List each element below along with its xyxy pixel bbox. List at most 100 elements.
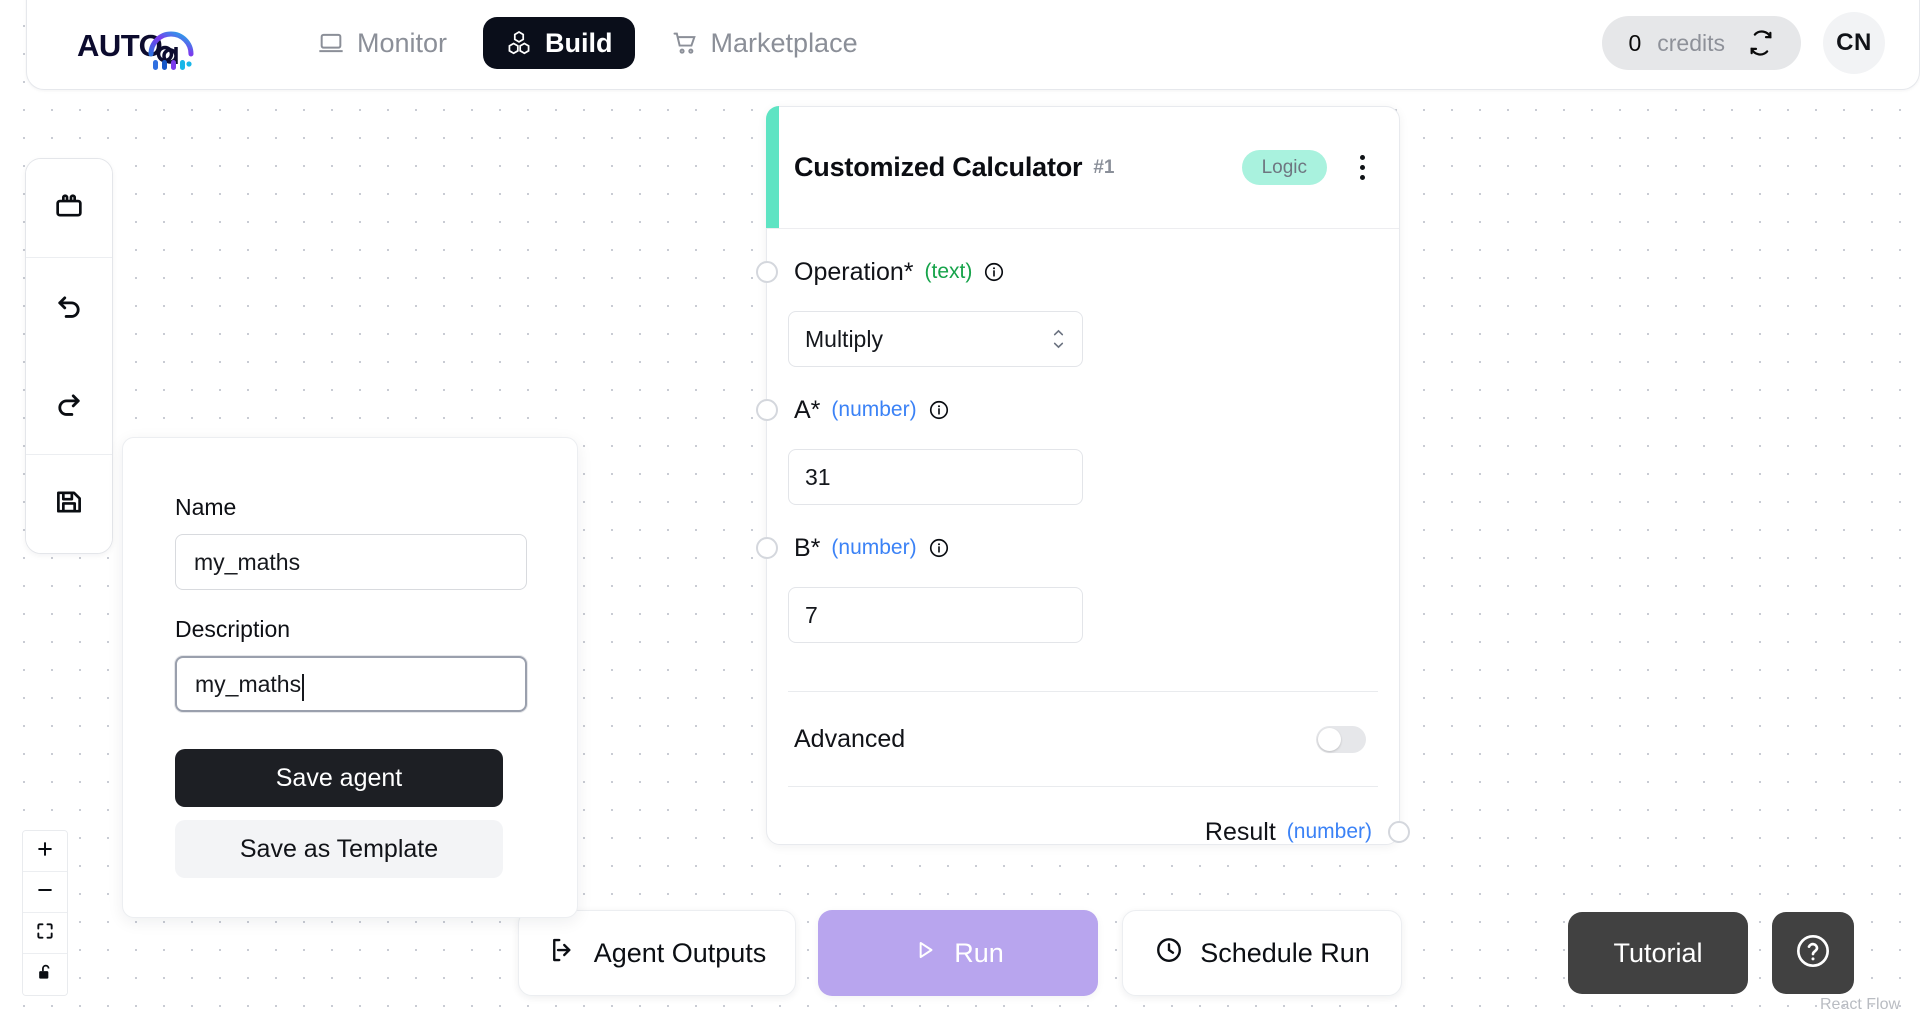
info-icon-operation[interactable]	[983, 261, 1005, 283]
blocks-cubes-icon	[505, 29, 533, 57]
handle-output-result[interactable]	[1388, 821, 1410, 843]
node-number: #1	[1093, 156, 1115, 178]
node-customized-calculator[interactable]: Customized Calculator #1 Logic Operation…	[756, 106, 1410, 846]
navbar-right: 0 credits CN	[1602, 12, 1895, 74]
nav-tabs: Monitor Build Marketplace	[295, 17, 880, 69]
clock-icon	[1154, 935, 1184, 972]
name-label: Name	[175, 494, 237, 520]
shopping-cart-icon	[671, 29, 699, 57]
save-as-template-label: Save as Template	[239, 834, 439, 863]
react-flow-attribution: React Flow	[1820, 996, 1901, 1013]
a-value: 31	[805, 463, 831, 490]
agent-outputs-button[interactable]: Agent Outputs	[518, 910, 796, 996]
output-arrow-icon	[548, 935, 578, 972]
output-type-result: (number)	[1286, 820, 1372, 843]
agent-name-value: my_maths	[194, 548, 301, 575]
input-label-operation: Operation*	[794, 257, 914, 286]
autogpt-logo-icon: AUTO	[77, 28, 194, 70]
output-label-result: Result	[1204, 817, 1276, 846]
zoom-out-button[interactable]	[23, 872, 67, 913]
save-button[interactable]	[26, 455, 112, 553]
credits-pill[interactable]: 0 credits	[1602, 16, 1801, 70]
svg-text:AUTO: AUTO	[77, 28, 162, 63]
avatar[interactable]: CN	[1823, 12, 1885, 74]
blocks-icon	[52, 189, 86, 228]
minus-icon	[35, 880, 55, 905]
undo-arrow-icon	[52, 288, 86, 327]
nav-tab-build-label: Build	[545, 27, 613, 58]
nav-tab-build[interactable]: Build	[483, 17, 635, 69]
redo-button[interactable]	[26, 356, 112, 454]
agent-description-value: my_maths	[195, 670, 302, 697]
zoom-in-button[interactable]	[23, 831, 67, 872]
left-toolbar	[25, 158, 113, 554]
run-label: Run	[954, 937, 1004, 968]
b-value: 7	[805, 601, 818, 628]
text-cursor	[302, 673, 305, 701]
question-circle-icon	[1793, 931, 1833, 976]
operation-select[interactable]: Multiply	[788, 311, 1083, 367]
credits-amount: 0	[1628, 29, 1642, 56]
a-control-wrap: 31	[767, 431, 1399, 505]
credits-label: credits	[1657, 29, 1725, 56]
save-agent-panel: Name my_maths Description my_maths Save …	[122, 437, 578, 918]
undo-button[interactable]	[26, 258, 112, 356]
chevron-updown-icon	[1052, 329, 1065, 349]
schedule-run-label: Schedule Run	[1200, 937, 1370, 968]
kebab-menu-icon[interactable]	[1347, 148, 1377, 188]
input-row-operation: Operation* (text)	[756, 251, 1399, 293]
agent-description-input[interactable]: my_maths	[175, 656, 527, 712]
handle-input-a[interactable]	[756, 399, 778, 421]
schedule-run-button[interactable]: Schedule Run	[1122, 910, 1402, 996]
top-navbar: AUTO Monitor Build Marketplace 0 credits…	[26, 0, 1920, 90]
info-icon-a[interactable]	[928, 399, 950, 421]
agent-outputs-label: Agent Outputs	[593, 937, 767, 968]
nav-tab-marketplace-label: Marketplace	[710, 27, 858, 58]
node-body: Operation* (text) Multiply A* (number) 3…	[756, 229, 1410, 877]
node-accent-bar	[766, 106, 779, 228]
save-as-template-button[interactable]: Save as Template	[175, 820, 503, 878]
redo-arrow-icon	[52, 386, 86, 425]
save-agent-label: Save agent	[275, 763, 403, 792]
handle-input-b[interactable]	[756, 537, 778, 559]
tutorial-label: Tutorial	[1613, 937, 1703, 968]
b-number-input[interactable]: 7	[788, 587, 1083, 643]
run-button[interactable]: Run	[818, 910, 1098, 996]
node-header: Customized Calculator #1 Logic	[767, 107, 1399, 229]
info-icon-b[interactable]	[928, 537, 950, 559]
nav-tab-monitor[interactable]: Monitor	[295, 17, 469, 69]
blocks-button[interactable]	[26, 159, 112, 257]
description-label: Description	[175, 616, 291, 642]
monitor-laptop-icon	[317, 29, 345, 57]
play-triangle-icon	[912, 937, 938, 970]
input-row-b: B* (number)	[756, 527, 1399, 569]
output-row-result: Result (number)	[767, 787, 1410, 877]
input-row-a: A* (number)	[756, 389, 1399, 431]
save-agent-button[interactable]: Save agent	[175, 749, 503, 807]
agent-name-input[interactable]: my_maths	[175, 534, 527, 590]
nav-tab-monitor-label: Monitor	[357, 27, 448, 58]
node-title: Customized Calculator	[794, 152, 1083, 182]
input-label-a: A*	[794, 395, 821, 424]
help-button[interactable]	[1772, 912, 1854, 994]
advanced-row: Advanced	[767, 692, 1399, 786]
operation-control-wrap: Multiply	[767, 293, 1399, 367]
b-control-wrap: 7	[767, 569, 1399, 643]
operation-select-value: Multiply	[805, 325, 883, 352]
avatar-initials: CN	[1836, 29, 1872, 56]
refresh-icon[interactable]	[1747, 29, 1775, 57]
tutorial-button[interactable]: Tutorial	[1568, 912, 1748, 994]
advanced-toggle[interactable]	[1316, 725, 1366, 753]
handle-input-operation[interactable]	[756, 261, 778, 283]
a-number-input[interactable]: 31	[788, 449, 1083, 505]
input-type-b: (number)	[831, 536, 917, 559]
input-label-b: B*	[794, 533, 821, 562]
nav-tab-marketplace[interactable]: Marketplace	[649, 17, 880, 69]
input-type-operation: (text)	[924, 260, 973, 283]
input-type-a: (number)	[831, 398, 917, 421]
advanced-label: Advanced	[794, 724, 906, 753]
floppy-disk-icon	[52, 485, 86, 524]
autogpt-logo[interactable]: AUTO	[77, 14, 225, 72]
node-category-badge: Logic	[1241, 150, 1327, 185]
plus-icon	[35, 839, 55, 864]
